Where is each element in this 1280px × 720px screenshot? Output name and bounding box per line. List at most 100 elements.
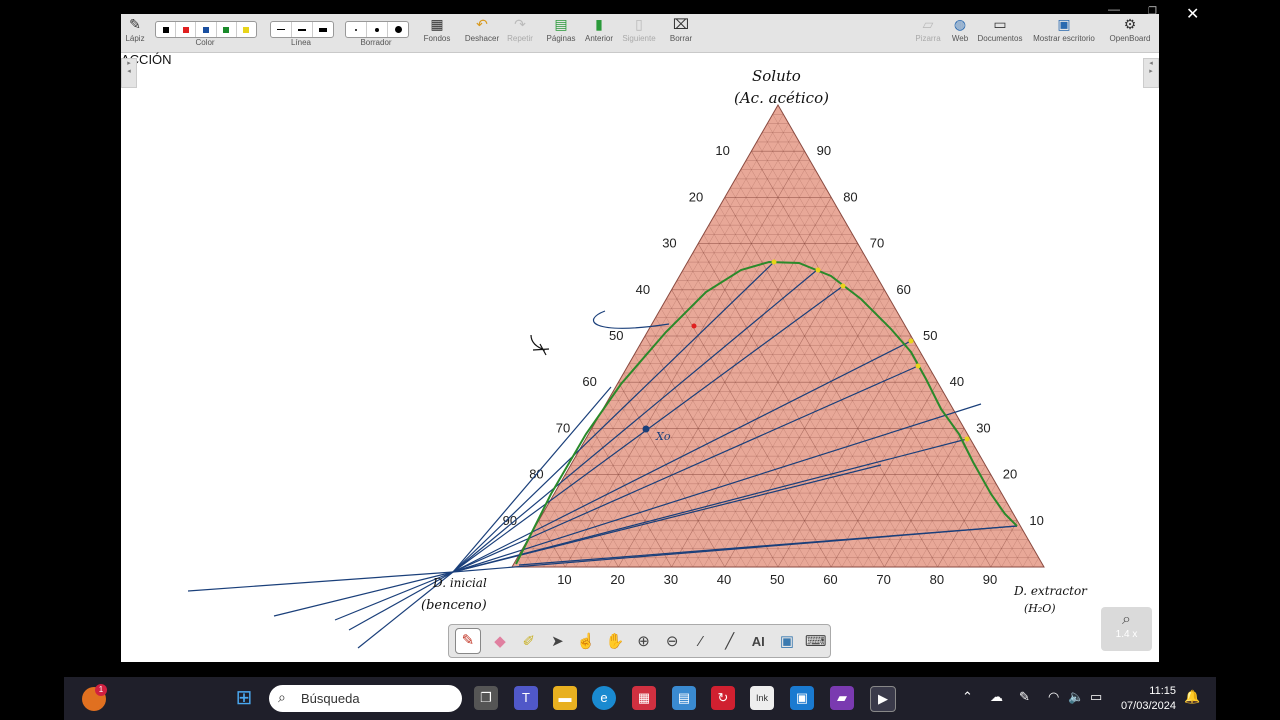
window-close-icon[interactable]: ✕	[1186, 4, 1199, 24]
clipchamp-icon[interactable]: ▰	[830, 686, 854, 710]
color-label: Color	[195, 38, 215, 47]
apex-subtitle: (Ac. acético)	[734, 89, 829, 107]
pencil-tool-button[interactable]: ✎ Lápiz	[125, 16, 145, 43]
board-icon: ▱	[922, 16, 934, 32]
zoom-level: 1.4 x	[1115, 629, 1138, 640]
laser-pointer-icon[interactable]: ⁄	[687, 633, 716, 650]
color-green[interactable]	[217, 22, 237, 37]
task-view-icon[interactable]: ❐	[474, 686, 498, 710]
feed-point	[691, 323, 697, 329]
eraser-size-selector[interactable]	[345, 21, 409, 38]
left-tick-label: 40	[636, 282, 650, 297]
bottom-tick-label: 50	[770, 572, 784, 587]
clear-button[interactable]: ⌧ Borrar	[667, 16, 695, 43]
window-restore-icon[interactable]: ❐	[1148, 6, 1157, 17]
color-black[interactable]	[156, 22, 177, 37]
zoom-out-icon[interactable]: ⊖	[658, 632, 687, 650]
volume-icon[interactable]: 🔈	[1068, 689, 1084, 705]
eraser-tool-icon[interactable]: ◆	[486, 632, 515, 650]
desktop-icon: ▣	[1057, 16, 1071, 32]
board-mode-button[interactable]: ▱ Pizarra	[913, 16, 943, 43]
virtual-keyboard-icon[interactable]: ⌨	[801, 632, 830, 650]
curve-point	[915, 363, 921, 369]
color-yellow[interactable]	[237, 22, 256, 37]
pages-button[interactable]: ▤ Páginas	[545, 16, 577, 43]
ink-app-icon[interactable]: Ink	[750, 686, 774, 710]
onedrive-icon[interactable]: ☁	[990, 689, 1003, 705]
keyboard-grid-icon: ▦	[430, 16, 444, 32]
media-player-icon[interactable]: ▶	[870, 686, 896, 712]
zoom-in-icon[interactable]: ⊕	[629, 632, 658, 650]
left-tick-label: 30	[662, 236, 676, 251]
curve-point	[840, 283, 846, 289]
left-tick-label: 10	[715, 143, 729, 158]
left-tick-label: 50	[609, 328, 623, 343]
zoom-indicator[interactable]: ⌕ 1.4 x	[1101, 607, 1152, 651]
notifications-bell-icon[interactable]: 🔔	[1184, 689, 1200, 705]
selector-tool-icon[interactable]: ➤	[543, 632, 572, 650]
app-icon-red[interactable]: ▦	[632, 686, 656, 710]
left-vertex-subtitle: (benceno)	[421, 598, 487, 613]
pencil-icon: ✎	[129, 16, 141, 32]
left-vertex-label: D. inicial	[432, 576, 487, 590]
line-tool-icon[interactable]: ╱	[715, 632, 744, 650]
window-minimize-icon[interactable]: —	[1108, 2, 1120, 16]
whiteboard-canvas[interactable]: 10 20 30 40 50 60 70 80 90 90 80 70 60 50 40 30 20 10 10 20…	[121, 14, 1159, 662]
bottom-tick-label: 70	[876, 572, 890, 587]
edge-icon[interactable]: e	[592, 686, 616, 710]
right-panel-toggle[interactable]: ◂ ▸	[1143, 58, 1159, 88]
search-icon: ⌕	[278, 689, 286, 705]
undo-button[interactable]: ↶ Deshacer	[463, 16, 501, 43]
sync-app-icon[interactable]: ↻	[711, 686, 735, 710]
tray-overflow-icon[interactable]: ⌃	[962, 689, 973, 705]
line-thick[interactable]	[313, 22, 333, 37]
cursor-mark	[530, 334, 550, 356]
web-button[interactable]: ◍ Web	[949, 16, 971, 43]
show-desktop-button[interactable]: ▣ Mostrar escritorio	[1029, 16, 1099, 43]
battery-icon[interactable]: ▭	[1090, 689, 1102, 705]
file-explorer-icon[interactable]: ▬	[553, 686, 577, 710]
pen-tray-icon[interactable]: ✎	[1019, 689, 1030, 705]
previous-page-icon: ▮	[595, 16, 603, 32]
taskbar-clock[interactable]: 11:15 07/03/2024	[1120, 684, 1176, 714]
store-icon[interactable]: ▤	[672, 686, 696, 710]
color-red[interactable]	[176, 22, 197, 37]
color-selector[interactable]	[155, 21, 257, 38]
color-blue[interactable]	[196, 22, 217, 37]
backgrounds-button[interactable]: ▦ Fondos	[421, 16, 453, 43]
redo-button[interactable]: ↷ Repetir	[505, 16, 535, 43]
app-icon-blue[interactable]: ▣	[790, 686, 814, 710]
marker-tool-icon[interactable]: ✐	[514, 632, 543, 650]
bottom-tick-label: 40	[717, 572, 731, 587]
main-toolbar: ✎ Lápiz Color Línea Borrador ▦ Fondos ↶ …	[121, 14, 1159, 53]
text-tool-icon[interactable]: AI	[744, 634, 773, 649]
teams-icon[interactable]: T	[514, 686, 538, 710]
right-tick-label: 40	[950, 374, 964, 389]
eraser-small[interactable]	[346, 22, 367, 37]
bottom-tick-label: 90	[983, 572, 997, 587]
previous-page-button[interactable]: ▮ Anterior	[583, 16, 615, 43]
drawing-tools-bar: ✎ ◆ ✐ ➤ ☝ ✋ ⊕ ⊖ ⁄ ╱ AI ▣ ⌨	[448, 624, 831, 658]
eraser-large[interactable]	[388, 22, 408, 37]
right-tick-label: 50	[923, 328, 937, 343]
taskbar-search[interactable]: ⌕ Búsqueda	[269, 685, 462, 712]
pan-hand-icon[interactable]: ✋	[600, 632, 629, 650]
right-tick-label: 10	[1029, 513, 1043, 528]
interact-hand-icon[interactable]: ☝	[572, 632, 601, 650]
wifi-icon[interactable]: ◠	[1048, 689, 1059, 705]
documents-button[interactable]: ▭ Documentos	[975, 16, 1025, 43]
line-medium[interactable]	[292, 22, 313, 37]
line-thin[interactable]	[271, 22, 292, 37]
openboard-menu-button[interactable]: ⚙ OpenBoard	[1103, 16, 1157, 43]
left-panel-toggle[interactable]: ▸ ◂	[121, 58, 137, 88]
pen-tool-icon[interactable]: ✎	[455, 628, 481, 654]
eraser-medium[interactable]	[367, 22, 388, 37]
bottom-tick-label: 60	[823, 572, 837, 587]
right-tick-label: 80	[843, 189, 857, 204]
line-width-selector[interactable]	[270, 21, 334, 38]
right-tick-label: 90	[817, 143, 831, 158]
apex-label: Soluto	[752, 67, 801, 85]
next-page-button[interactable]: ▯ Siguiente	[621, 16, 657, 43]
windows-start-icon[interactable]: ⊞	[232, 686, 256, 710]
capture-tool-icon[interactable]: ▣	[773, 632, 802, 650]
